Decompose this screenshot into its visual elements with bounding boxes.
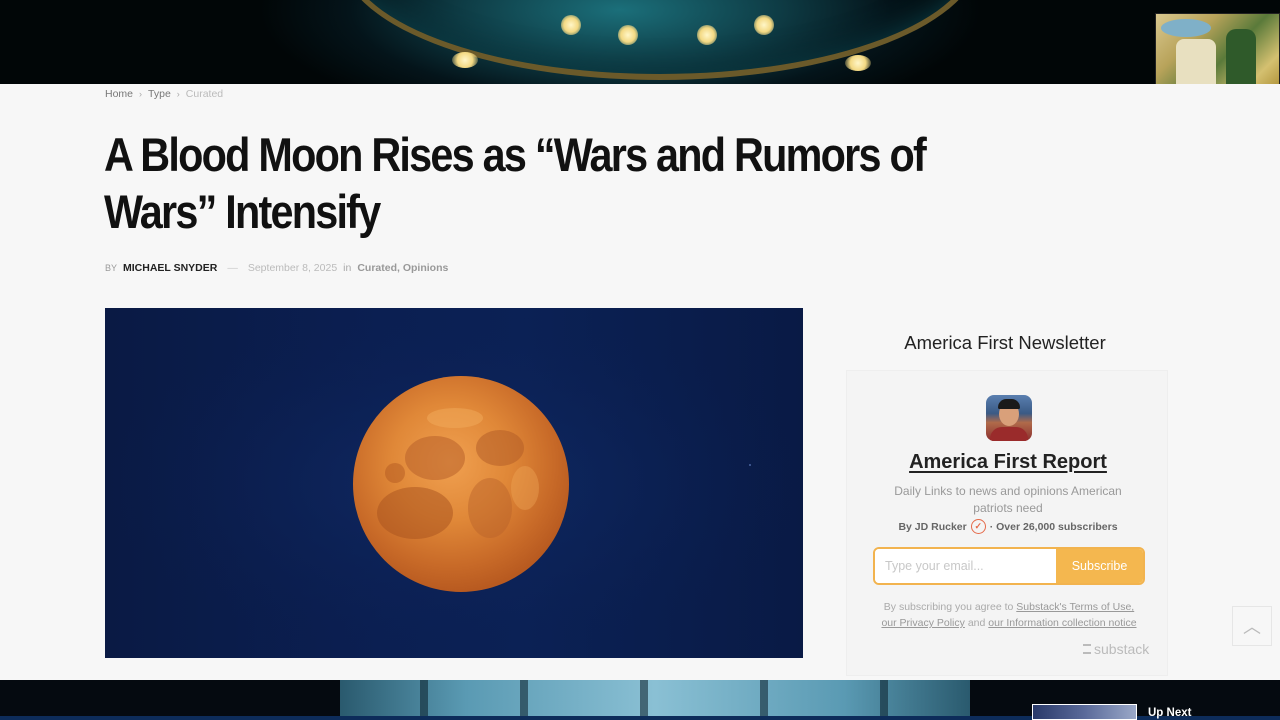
publish-date: September 8, 2025: [247, 262, 338, 274]
collection-notice-link[interactable]: our Information collection notice: [988, 617, 1136, 629]
stage-light: [452, 52, 478, 68]
article-title: A Blood Moon Rises as “Wars and Rumors o…: [104, 128, 927, 238]
stage-column: [640, 680, 648, 720]
substack-logo[interactable]: substack: [1083, 641, 1149, 657]
chevron-up-icon: ︿: [1243, 617, 1261, 637]
stage-light: [845, 55, 871, 71]
breadcrumb-current: Curated: [185, 88, 224, 100]
stage-column: [880, 680, 888, 720]
substack-brand: substack: [1094, 641, 1150, 657]
video-background-top: [0, 0, 1280, 84]
by-label: BY: [105, 263, 118, 273]
avatar-hair: [998, 399, 1020, 409]
blood-moon-illustration: [105, 308, 803, 658]
breadcrumb-home[interactable]: Home: [105, 88, 133, 100]
check-circle-icon: ✓: [970, 519, 986, 534]
substack-icon: [1083, 644, 1091, 654]
stage-column: [760, 680, 768, 720]
stage-light: [618, 25, 638, 45]
legal-notice: By subscribing you agree to Substack's T…: [861, 599, 1157, 631]
byline-author: By JD Rucker: [898, 520, 967, 533]
chevron-right-icon: ›: [176, 89, 180, 99]
publication-byline: By JD Rucker ✓ · Over 26,000 subscribers: [847, 519, 1169, 534]
pip-scene-element: [1161, 19, 1211, 37]
stage-light: [697, 25, 717, 45]
hero-image: [105, 308, 803, 658]
publication-name-link[interactable]: America First Report: [847, 451, 1169, 474]
stage-floor-glow: [340, 680, 970, 720]
up-next-label[interactable]: Up Next: [1148, 707, 1191, 719]
article-meta: BY MICHAEL SNYDER — September 8, 2025 in…: [105, 262, 448, 274]
subscribe-button[interactable]: Subscribe: [1056, 549, 1143, 583]
author-link[interactable]: MICHAEL SNYDER: [123, 262, 217, 274]
breadcrumb-type[interactable]: Type: [148, 88, 171, 100]
video-background-bottom: Up Next: [0, 680, 1280, 720]
privacy-link[interactable]: our Privacy Policy: [881, 617, 964, 629]
avatar-shirt: [990, 427, 1028, 441]
chevron-right-icon: ›: [139, 89, 143, 99]
stage-column: [420, 680, 428, 720]
breadcrumb: Home › Type › Curated: [105, 88, 223, 100]
legal-prefix: By subscribing you agree to: [883, 601, 1014, 613]
in-label: in: [343, 262, 352, 274]
scroll-to-top-button[interactable]: ︿: [1232, 606, 1272, 646]
publication-description: Daily Links to news and opinions America…: [894, 484, 1122, 515]
stage-light: [754, 15, 774, 35]
article-page: Home › Type › Curated A Blood Moon Rises…: [0, 84, 1280, 680]
up-next-thumbnail[interactable]: [1032, 704, 1137, 720]
subscriber-count: · Over 26,000 subscribers: [989, 520, 1118, 533]
email-input[interactable]: [875, 549, 1056, 583]
meta-separator: —: [227, 262, 238, 274]
stage-column: [520, 680, 528, 720]
newsletter-card: America First Report Daily Links to news…: [846, 370, 1168, 676]
legal-and: and: [967, 617, 986, 629]
category-links[interactable]: Curated, Opinions: [357, 262, 448, 274]
stage-ring: [340, 0, 980, 80]
newsletter-heading: America First Newsletter: [904, 332, 1106, 353]
terms-link[interactable]: Substack's Terms of Use,: [1016, 601, 1134, 613]
avatar[interactable]: [986, 395, 1032, 441]
subscribe-form: Subscribe: [873, 547, 1145, 585]
stage-light: [561, 15, 581, 35]
